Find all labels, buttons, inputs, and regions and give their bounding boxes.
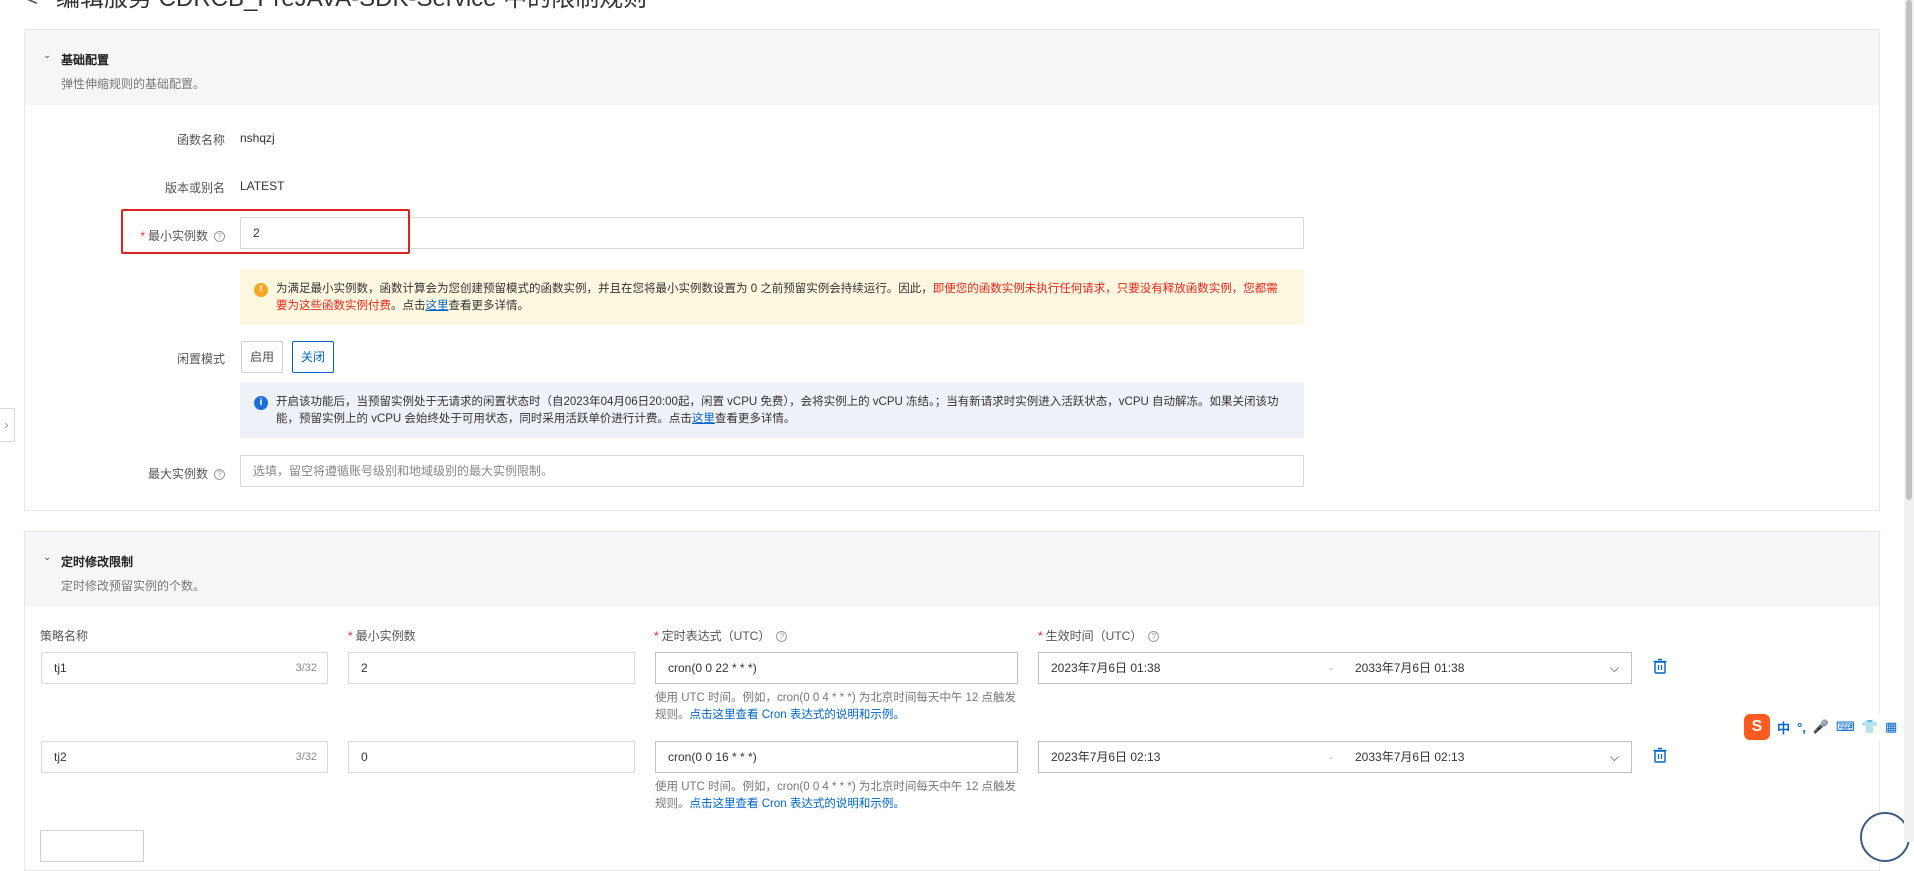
basic-config-desc: 弹性伸缩规则的基础配置。 [61,77,206,91]
max-instances-input[interactable]: 选填，留空将遵循账号级别和地域级别的最大实例限制。 [240,455,1304,487]
end-time: 2033年7月6日 02:13 [1355,750,1465,764]
col-min-instances: * 最小实例数 [348,627,416,644]
warning-text-2: 。点击 [391,300,426,312]
cron-help-link[interactable]: 点击这里查看 Cron 表达式的说明和示例。 [690,709,905,721]
fn-name-label: 函数名称 [176,133,225,147]
basic-config-title: 基础配置 [61,53,110,67]
cron-hint: 使用 UTC 时间。例如，cron(0 0 4 * * *) 为北京时间每天中午… [655,690,1025,724]
policy-name-input[interactable]: tj1 3/32 [41,652,328,684]
trash-icon[interactable] [1652,658,1668,674]
warning-text-1: 为满足最小实例数，函数计算会为您创建预留模式的函数实例，并且在您将最小实例数设置… [276,283,933,295]
fn-name-value: nshqzj [240,131,275,145]
effective-time-range[interactable]: 2023年7月6日 01:38 - 2033年7月6日 01:38 ⌵ [1038,652,1632,684]
max-instances-label: 最大实例数? [20,465,225,482]
chevron-down-icon: ⌵ [1609,750,1619,764]
range-separator: - [1329,661,1333,675]
char-counter: 3/32 [295,751,317,763]
add-policy-button[interactable] [40,830,144,862]
cron-input[interactable]: cron(0 0 16 * * *) [655,741,1018,773]
chevron-right-icon: › [4,418,9,432]
sidebar-expand-handle[interactable]: › [0,408,15,442]
keyboard-icon[interactable]: ⌨ [1836,719,1855,735]
version-label: 版本或别名 [164,181,225,195]
shirt-icon[interactable]: 👕 [1862,719,1878,735]
required-mark: * [654,629,659,643]
required-mark: * [348,629,353,643]
page-title: <编辑服务 CDRCB_PreJAVA-SDK-Service 中的限制规则 [24,0,647,14]
ime-logo[interactable]: S [1744,714,1770,740]
scheduled-limits-title: 定时修改限制 [61,555,134,569]
idle-mode-info: i 开启该功能后，当预留实例处于无请求的闲置状态时（自2023年04月06日20… [240,382,1304,438]
warning-link[interactable]: 这里 [426,300,449,312]
info-text-2: 查看更多详情。 [714,413,796,425]
warning-text-3: 查看更多详情。 [448,300,530,312]
col-effective-time-text: 生效时间（UTC） [1045,629,1143,643]
col-cron: * 定时表达式（UTC）? [654,627,788,644]
help-icon[interactable]: ? [214,469,225,480]
start-time: 2023年7月6日 01:38 [1051,661,1161,675]
ime-punct[interactable]: °, [1797,720,1806,735]
trash-icon[interactable] [1652,747,1668,763]
info-icon: i [254,396,268,410]
col-min-instances-text: 最小实例数 [355,629,416,643]
scrollbar-thumb[interactable] [1906,0,1912,500]
min-instances-warning: ! 为满足最小实例数，函数计算会为您创建预留模式的函数实例，并且在您将最小实例数… [240,269,1304,325]
version-value: LATEST [240,179,285,193]
min-instances-input[interactable]: 0 [348,741,635,773]
grid-icon[interactable]: ▦ [1885,719,1897,735]
end-time: 2033年7月6日 01:38 [1355,661,1465,675]
idle-disable-button[interactable]: 关闭 [292,341,335,373]
col-policy-name: 策略名称 [40,629,89,643]
ime-toolbar[interactable]: S 中 °, 🎤 ⌨ 👕 ▦ [1744,714,1905,740]
chevron-down-icon[interactable]: ⌄ [43,552,51,563]
chevron-left-icon[interactable]: < [24,0,56,14]
scheduled-limits-header[interactable]: ⌄ 定时修改限制 定时修改预留实例的个数。 [25,532,1879,607]
required-mark: * [1038,629,1043,643]
chevron-down-icon[interactable]: ⌄ [43,50,51,61]
policy-name-value: tj1 [54,661,67,675]
scheduled-limits-desc: 定时修改预留实例的个数。 [61,579,206,593]
policy-name-value: tj2 [54,750,67,764]
ime-lang[interactable]: 中 [1777,718,1790,737]
min-instances-input[interactable]: 2 [348,652,635,684]
cron-input[interactable]: cron(0 0 22 * * *) [655,652,1018,684]
info-link[interactable]: 这里 [692,413,715,425]
idle-enable-button[interactable]: 启用 [241,341,284,373]
warning-icon: ! [254,283,268,297]
page-title-text: 编辑服务 CDRCB_PreJAVA-SDK-Service 中的限制规则 [56,0,647,12]
char-counter: 3/32 [295,662,317,674]
col-cron-text: 定时表达式（UTC） [661,629,771,643]
help-icon[interactable]: ? [776,631,788,642]
effective-time-range[interactable]: 2023年7月6日 02:13 - 2033年7月6日 02:13 ⌵ [1038,741,1632,773]
mic-icon[interactable]: 🎤 [1813,719,1829,735]
start-time: 2023年7月6日 02:13 [1051,750,1161,764]
highlight-annotation [121,209,410,254]
col-effective-time: * 生效时间（UTC）? [1038,627,1160,644]
chevron-down-icon: ⌵ [1609,661,1619,675]
range-separator: - [1329,750,1333,764]
idle-mode-label: 闲置模式 [176,352,225,366]
cron-hint: 使用 UTC 时间。例如，cron(0 0 4 * * *) 为北京时间每天中午… [655,779,1025,813]
policy-name-input[interactable]: tj2 3/32 [41,741,328,773]
page-scrollbar[interactable] [1904,0,1914,842]
max-instances-label-text: 最大实例数 [147,467,208,481]
cron-help-link[interactable]: 点击这里查看 Cron 表达式的说明和示例。 [690,798,905,810]
help-icon[interactable]: ? [1148,631,1160,642]
chat-assistant-icon[interactable] [1860,812,1910,862]
basic-config-header[interactable]: ⌄ 基础配置 弹性伸缩规则的基础配置。 [25,30,1879,105]
